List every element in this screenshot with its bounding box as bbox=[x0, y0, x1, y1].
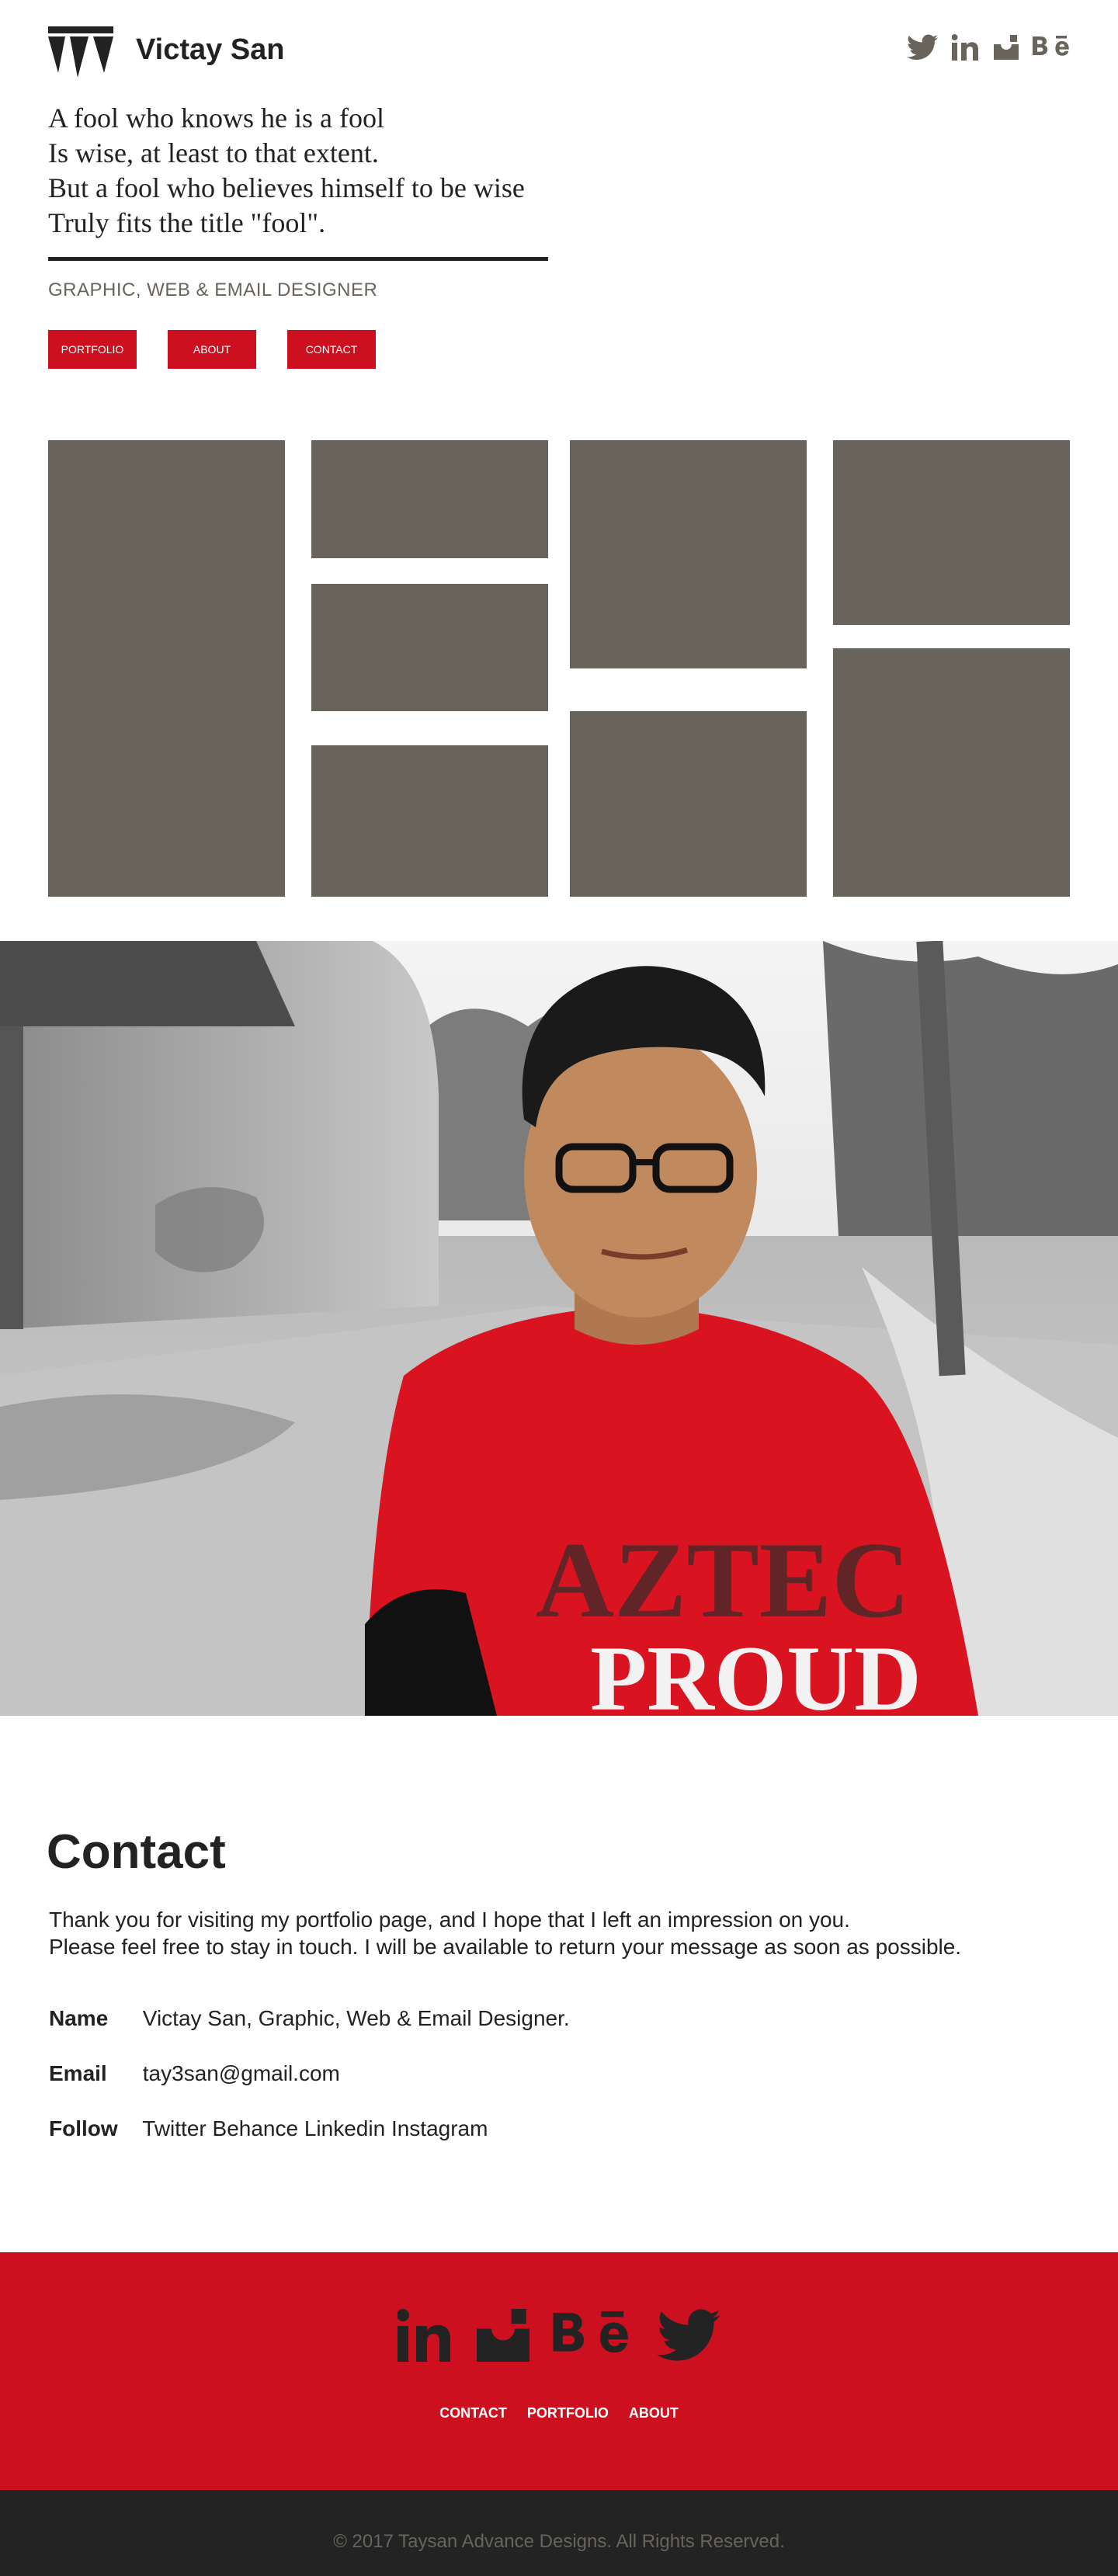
email-link[interactable]: tay3san@gmail.com bbox=[143, 2061, 340, 2085]
footer-nav-about[interactable]: ABOUT bbox=[629, 2405, 679, 2422]
poem-line: Is wise, at least to that extent. bbox=[48, 137, 379, 168]
poem-line: But a fool who believes himself to be wi… bbox=[48, 172, 525, 203]
follow-instagram-link[interactable]: Instagram bbox=[391, 2116, 488, 2140]
site-header: Victay San bbox=[0, 0, 1118, 101]
svg-text:AZTEC: AZTEC bbox=[536, 1520, 910, 1640]
instagram-icon[interactable] bbox=[477, 2308, 529, 2366]
contact-intro: Thank you for visiting my portfolio page… bbox=[49, 1906, 961, 1960]
copyright: © 2017 Taysan Advance Designs. All Right… bbox=[333, 2531, 785, 2552]
twitter-icon[interactable] bbox=[907, 34, 938, 61]
contact-email-row: Email tay3san@gmail.com bbox=[49, 2060, 340, 2088]
gallery-tile[interactable] bbox=[48, 440, 285, 897]
tagline: GRAPHIC, WEB & EMAIL DESIGNER bbox=[48, 279, 378, 300]
contact-button[interactable]: CONTACT bbox=[287, 330, 376, 369]
footer-social-icons bbox=[0, 2302, 1118, 2372]
gallery-tile[interactable] bbox=[833, 440, 1070, 625]
portrait-illustration: AZTEC PROUD bbox=[0, 941, 1118, 1716]
name-value: Victay San, Graphic, Web & Email Designe… bbox=[142, 2006, 570, 2030]
gallery-tile[interactable] bbox=[570, 711, 807, 897]
intro-line: Please feel free to stay in touch. I wil… bbox=[49, 1935, 962, 1959]
svg-text:PROUD: PROUD bbox=[590, 1626, 922, 1716]
behance-icon[interactable] bbox=[1033, 34, 1071, 61]
contact-follow-row: Follow Twitter Behance Linkedin Instagra… bbox=[49, 2115, 488, 2143]
contact-name-row: Name Victay San, Graphic, Web & Email De… bbox=[49, 2005, 570, 2033]
footer-nav-portfolio[interactable]: PORTFOLIO bbox=[527, 2405, 609, 2422]
linkedin-icon[interactable] bbox=[397, 2308, 453, 2366]
logo-icon[interactable] bbox=[48, 26, 113, 78]
gallery-tile[interactable] bbox=[570, 440, 807, 668]
footer-nav: CONTACT PORTFOLIO ABOUT bbox=[0, 2405, 1118, 2422]
follow-label: Follow bbox=[49, 2116, 118, 2140]
behance-icon[interactable] bbox=[553, 2308, 634, 2366]
portrait-photo: AZTEC PROUD bbox=[0, 941, 1118, 1716]
hero-poem: A fool who knows he is a fool Is wise, a… bbox=[48, 101, 561, 241]
poem-line: Truly fits the title "fool". bbox=[48, 207, 326, 238]
gallery-tile[interactable] bbox=[311, 745, 548, 897]
contact-title: Contact bbox=[47, 1825, 226, 1879]
poem-divider bbox=[48, 257, 548, 261]
follow-behance-link[interactable]: Behance bbox=[213, 2116, 304, 2140]
social-links-top bbox=[907, 28, 1071, 67]
gallery-tile[interactable] bbox=[311, 440, 548, 558]
poem-line: A fool who knows he is a fool bbox=[48, 102, 384, 134]
hero-buttons: PORTFOLIO ABOUT CONTACT bbox=[48, 330, 376, 369]
site-name[interactable]: Victay San bbox=[136, 30, 285, 70]
portfolio-button[interactable]: PORTFOLIO bbox=[48, 330, 137, 369]
email-label: Email bbox=[49, 2061, 107, 2085]
about-button[interactable]: ABOUT bbox=[168, 330, 256, 369]
twitter-icon[interactable] bbox=[657, 2308, 720, 2366]
gallery-tile[interactable] bbox=[833, 648, 1070, 897]
gallery-tile[interactable] bbox=[311, 584, 548, 711]
intro-line: Thank you for visiting my portfolio page… bbox=[49, 1908, 850, 1932]
name-label: Name bbox=[49, 2006, 109, 2030]
follow-twitter-link[interactable]: Twitter bbox=[142, 2116, 212, 2140]
linkedin-icon[interactable] bbox=[952, 34, 980, 61]
follow-linkedin-link[interactable]: Linkedin bbox=[304, 2116, 391, 2140]
instagram-icon[interactable] bbox=[994, 35, 1019, 60]
footer-nav-contact[interactable]: CONTACT bbox=[439, 2405, 507, 2422]
